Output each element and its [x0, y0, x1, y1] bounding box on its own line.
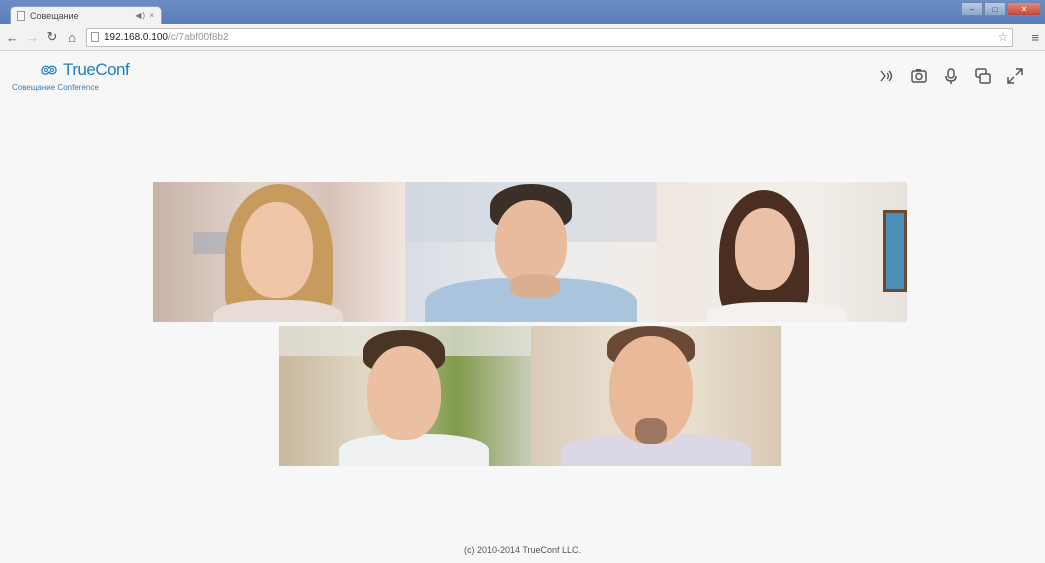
minimize-button[interactable]: – — [961, 2, 983, 16]
camera-icon[interactable] — [909, 66, 929, 86]
back-arrow-icon[interactable]: ← — [6, 30, 19, 45]
trueconf-logo-icon — [41, 65, 57, 75]
url-path: /c/7abf00f8b2 — [167, 31, 229, 43]
conference-page: TrueConf Совещание Conference (c) 2010-2… — [0, 52, 1045, 563]
logo-subtitle: Совещание Conference — [12, 83, 99, 92]
microphone-icon[interactable] — [941, 66, 961, 86]
browser-titlebar: Совещание ◀) × – □ ✕ — [0, 0, 1045, 24]
speaker-icon[interactable] — [877, 66, 897, 86]
maximize-button[interactable]: □ — [984, 2, 1006, 16]
forward-arrow-icon[interactable]: → — [26, 30, 39, 45]
copyright-footer: (c) 2010-2014 TrueConf LLC. — [463, 545, 582, 555]
browser-toolbar: ← → ↻ ⌂ 192.168.0.100/c/7abf00f8b2 ☆ ≡ — [0, 24, 1045, 51]
page-icon — [91, 32, 99, 42]
menu-icon[interactable]: ≡ — [1031, 30, 1039, 45]
participant-video-2[interactable] — [405, 182, 657, 322]
tab-title: Совещание — [30, 10, 79, 21]
browser-tab[interactable]: Совещание ◀) × — [10, 6, 162, 24]
address-bar[interactable]: 192.168.0.100/c/7abf00f8b2 ☆ — [86, 27, 1014, 47]
window-controls: – □ ✕ — [961, 2, 1041, 16]
url-host: 192.168.0.100 — [104, 31, 168, 43]
fullscreen-icon[interactable] — [1005, 66, 1025, 86]
participant-video-3[interactable] — [657, 182, 907, 322]
tab-close-icon[interactable]: ◀) × — [135, 11, 155, 20]
participant-video-5[interactable] — [531, 326, 781, 466]
page-icon — [17, 10, 25, 21]
call-controls — [877, 66, 1025, 86]
participant-video-4[interactable] — [279, 326, 531, 466]
star-icon[interactable]: ☆ — [998, 30, 1009, 44]
logo-text: TrueConf — [63, 60, 130, 79]
layout-icon[interactable] — [973, 66, 993, 86]
trueconf-logo: TrueConf Совещание Conference — [12, 60, 130, 92]
participant-video-1[interactable] — [153, 182, 405, 322]
close-window-button[interactable]: ✕ — [1007, 2, 1041, 16]
home-icon[interactable]: ⌂ — [66, 30, 78, 45]
reload-icon[interactable]: ↻ — [46, 29, 58, 45]
